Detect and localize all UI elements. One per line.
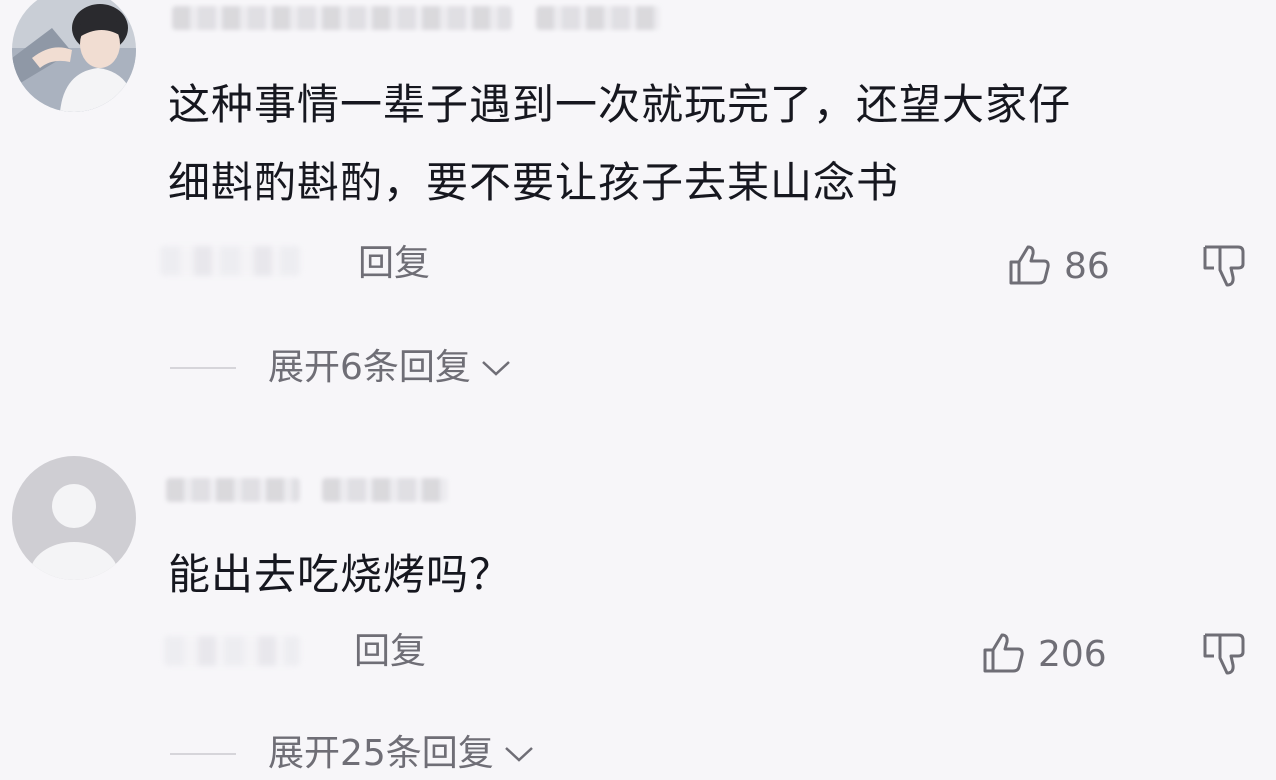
default-avatar-icon — [12, 456, 136, 580]
expand-divider-line — [170, 367, 236, 369]
username-blurred[interactable] — [172, 6, 512, 30]
user-avatar[interactable] — [12, 456, 136, 580]
comment-text-line: 能出去吃烧烤吗？ — [168, 550, 513, 599]
reply-button[interactable]: 回复 — [354, 632, 426, 672]
expand-replies-label: 展开6条回复 — [268, 347, 471, 388]
timestamp-blurred — [536, 6, 660, 30]
chevron-down-icon — [479, 348, 513, 388]
dislike-button[interactable] — [1200, 630, 1248, 682]
expand-replies-button[interactable]: 展开6条回复 — [170, 348, 513, 388]
user-avatar[interactable] — [12, 0, 136, 112]
thumbs-down-icon — [1200, 633, 1248, 682]
dislike-button[interactable] — [1200, 242, 1248, 294]
comment-item: 这种事情一辈子遇到一次就玩完了，还望大家仔 细斟酌斟酌，要不要让孩子去某山念书 … — [0, 0, 1276, 410]
like-count: 206 — [1038, 634, 1107, 675]
comment-text-line: 这种事情一辈子遇到一次就玩完了，还望大家仔 — [168, 80, 1072, 129]
like-button[interactable]: 206 — [980, 630, 1107, 680]
expand-divider-line — [170, 753, 236, 755]
comment-text: 这种事情一辈子遇到一次就玩完了，还望大家仔 细斟酌斟酌，要不要让孩子去某山念书 — [168, 66, 1268, 222]
reply-button[interactable]: 回复 — [358, 244, 430, 284]
avatar-photo — [12, 0, 136, 112]
expand-replies-button[interactable]: 展开25条回复 — [170, 734, 536, 774]
comment-text: 能出去吃烧烤吗？ — [168, 536, 1268, 614]
thumbs-down-icon — [1200, 245, 1248, 294]
timestamp-blurred — [322, 478, 448, 502]
thumbs-up-icon — [980, 630, 1026, 680]
ip-location-blurred — [164, 636, 300, 666]
chevron-down-icon — [502, 734, 536, 774]
thumbs-up-icon — [1006, 242, 1052, 292]
comment-text-line: 细斟酌斟酌，要不要让孩子去某山念书 — [168, 158, 900, 207]
like-count: 86 — [1064, 246, 1110, 287]
expand-replies-label: 展开25条回复 — [268, 733, 494, 774]
ip-location-blurred — [160, 246, 300, 276]
like-button[interactable]: 86 — [1006, 242, 1110, 292]
username-blurred[interactable] — [166, 478, 300, 502]
comment-item: 能出去吃烧烤吗？ 回复 206 展开25条回复 — [0, 440, 1276, 780]
